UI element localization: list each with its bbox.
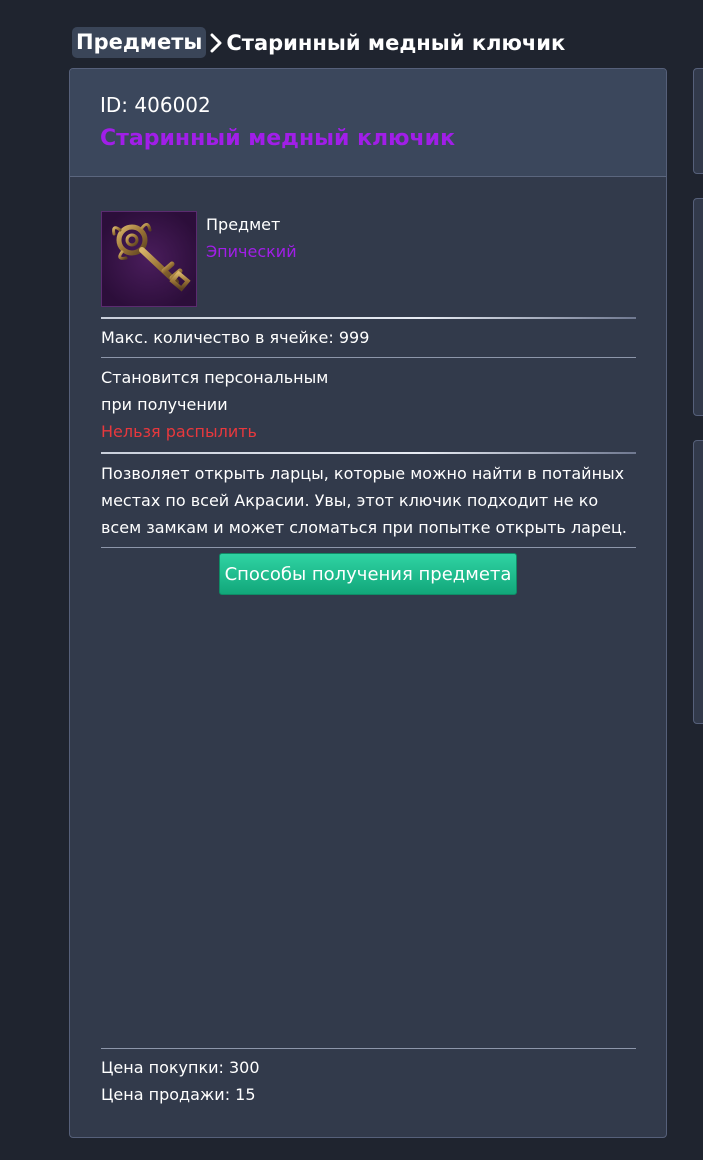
item-description: Позволяет открыть ларцы, которые можно н… (101, 464, 627, 537)
item-type: Предмет (206, 215, 281, 234)
bind-info-line1: Становится персональным (101, 368, 329, 387)
breadcrumb-current: Старинный медный ключик (226, 30, 566, 55)
divider (101, 357, 636, 358)
item-title: Старинный медный ключик (100, 126, 455, 151)
stack-limit: Макс. количество в ячейке: 999 (101, 328, 370, 347)
item-card-header: ID: 406002 Старинный медный ключик (70, 69, 666, 177)
divider (101, 547, 636, 548)
divider (101, 1048, 636, 1049)
item-id: ID: 406002 (100, 93, 211, 117)
no-dismantle-warning: Нельзя распылить (101, 422, 257, 441)
sell-price: Цена продажи: 15 (101, 1085, 256, 1104)
side-panel (693, 440, 703, 724)
breadcrumb-items-link[interactable]: Предметы (72, 27, 207, 58)
side-panel (693, 68, 703, 174)
divider (101, 317, 636, 319)
divider (101, 452, 636, 454)
side-panel (693, 198, 703, 416)
buy-price: Цена покупки: 300 (101, 1058, 260, 1077)
bind-info-line2: при получении (101, 395, 228, 414)
breadcrumb: Предметы Старинный медный ключик (72, 26, 565, 59)
obtain-methods-button[interactable]: Способы получения предмета (219, 553, 517, 595)
item-card: ID: 406002 Старинный медный ключик Предм… (69, 68, 667, 1138)
chevron-right-icon (210, 33, 222, 52)
antique-bronze-key-icon (101, 211, 197, 307)
item-rarity: Эпический (206, 242, 297, 261)
